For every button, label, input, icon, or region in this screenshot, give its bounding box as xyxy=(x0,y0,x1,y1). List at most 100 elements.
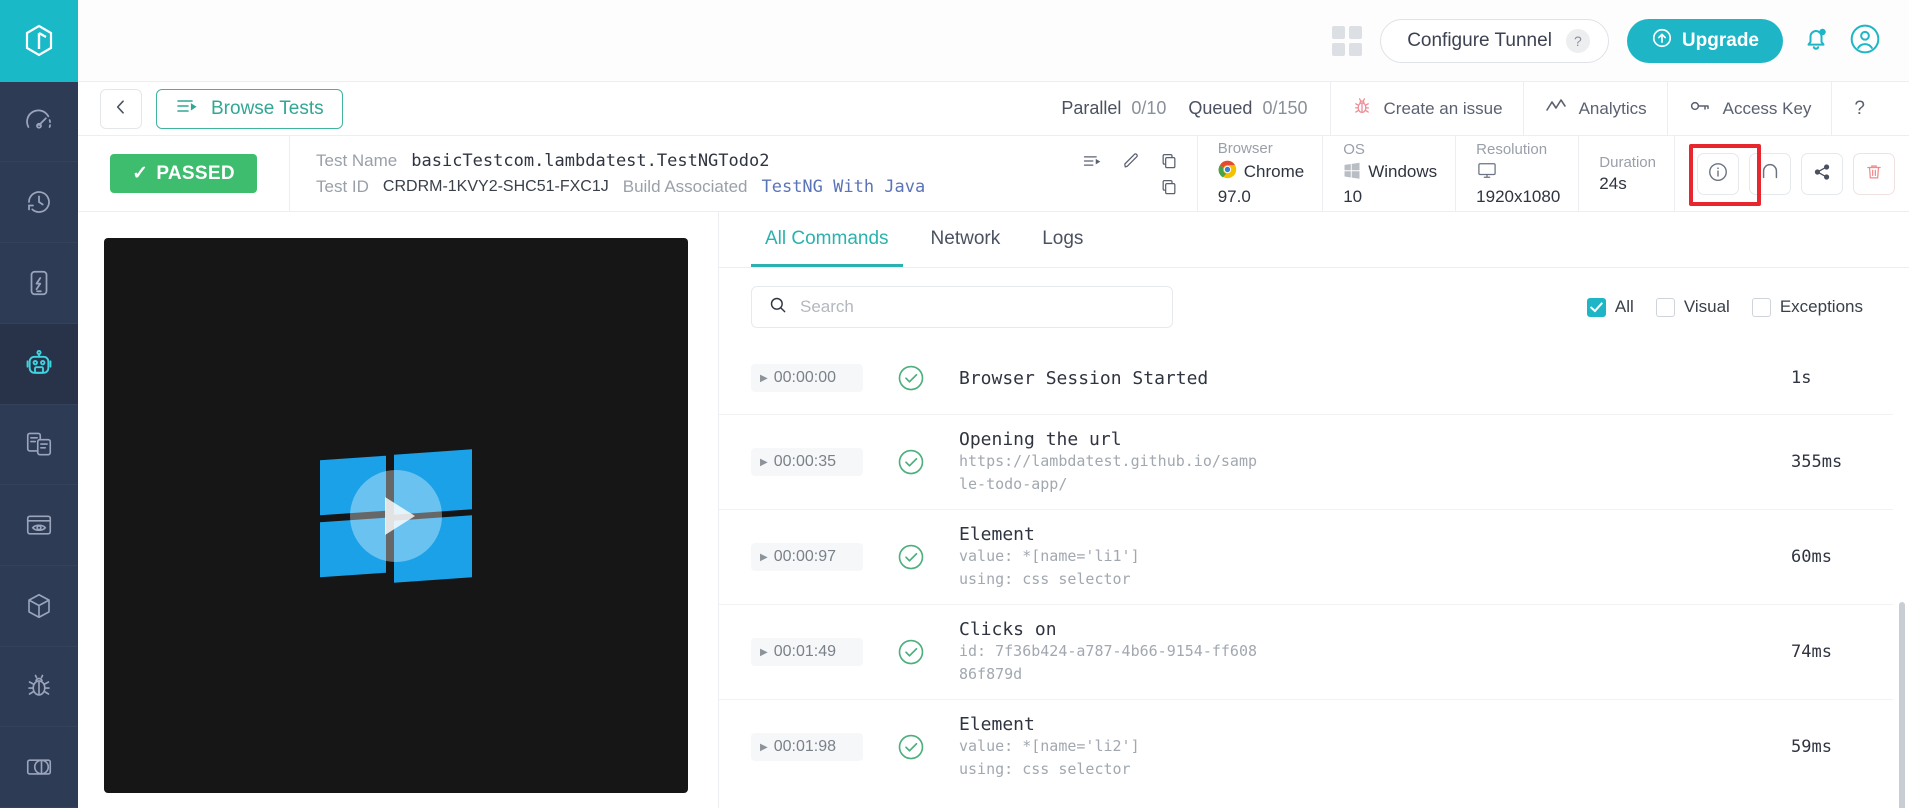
expand-caret-icon[interactable]: ▶ xyxy=(760,552,768,563)
meta-browser-label: Browser xyxy=(1218,140,1304,157)
expand-caret-icon[interactable]: ▶ xyxy=(760,373,768,384)
lambdatest-logo[interactable] xyxy=(0,0,78,82)
check-circle-icon xyxy=(896,363,926,393)
create-issue-button[interactable]: Create an issue xyxy=(1330,82,1523,136)
queued-label: Queued xyxy=(1188,98,1252,119)
meta-resolution-icon-row xyxy=(1476,161,1560,184)
configure-tunnel-button[interactable]: Configure Tunnel ? xyxy=(1380,19,1609,63)
create-issue-label: Create an issue xyxy=(1384,99,1503,119)
copy-test-id-icon[interactable] xyxy=(1159,177,1179,197)
play-icon[interactable] xyxy=(350,470,442,562)
filter-exceptions-label: Exceptions xyxy=(1780,297,1863,317)
copy-test-name-icon[interactable] xyxy=(1159,151,1179,171)
search-input[interactable] xyxy=(800,297,1156,317)
command-status xyxy=(863,363,959,393)
search-box[interactable] xyxy=(751,286,1173,328)
tab-network[interactable]: Network xyxy=(917,228,1015,267)
command-timestamp[interactable]: ▶ 00:00:00 xyxy=(751,364,863,392)
commands-list[interactable]: ▶ 00:00:00 Browser Session Started xyxy=(719,342,1909,808)
expand-caret-icon[interactable]: ▶ xyxy=(760,647,768,658)
main-region: Configure Tunnel ? Upgrade xyxy=(78,0,1909,808)
filter-all-checkbox[interactable] xyxy=(1587,298,1606,317)
table-row[interactable]: ▶ 00:01:98 Element value: *[name='li2'] xyxy=(719,699,1893,794)
edit-pencil-icon[interactable] xyxy=(1121,151,1141,171)
analytics-label: Analytics xyxy=(1579,99,1647,119)
meta-duration-label: Duration xyxy=(1599,154,1656,171)
queued-counter: Queued 0/150 xyxy=(1188,98,1307,119)
table-row[interactable]: ▶ 00:00:35 Opening the url https://lambd xyxy=(719,414,1893,509)
account-button[interactable] xyxy=(1849,23,1881,58)
sidebar-item-automation[interactable] xyxy=(0,324,78,405)
expand-caret-icon[interactable]: ▶ xyxy=(760,457,768,468)
test-arc-button[interactable] xyxy=(1749,153,1791,195)
sidebar-item-realtime[interactable] xyxy=(0,162,78,243)
sidebar-item-bug-tracking[interactable] xyxy=(0,647,78,728)
commands-tabs: All Commands Network Logs xyxy=(719,212,1909,268)
commands-scrollbar[interactable] xyxy=(1899,602,1905,808)
table-row[interactable]: ▶ 00:00:97 Element value: *[name='li1'] xyxy=(719,509,1893,604)
filter-visual-checkbox[interactable] xyxy=(1656,298,1675,317)
toolbar-help-button[interactable]: ? xyxy=(1831,82,1887,136)
filter-all[interactable]: All xyxy=(1587,297,1634,317)
command-detail: id: 7f36b424-a787-4b66-9154-ff60886f879d xyxy=(959,640,1259,685)
filter-visual-label: Visual xyxy=(1684,297,1730,317)
sidebar-item-smart-ui[interactable] xyxy=(0,727,78,808)
sidebar-item-dashboard[interactable] xyxy=(0,82,78,163)
browse-tests-button[interactable]: Browse Tests xyxy=(156,89,343,129)
tab-all-commands[interactable]: All Commands xyxy=(751,228,903,267)
arc-icon xyxy=(1759,161,1781,186)
notifications-button[interactable] xyxy=(1801,24,1831,57)
command-detail: value: *[name='li2'] using: css selector xyxy=(959,735,1259,780)
filter-visual[interactable]: Visual xyxy=(1656,297,1730,317)
apps-grid-icon[interactable] xyxy=(1332,26,1362,56)
filter-exceptions-checkbox[interactable] xyxy=(1752,298,1771,317)
meta-os-version: 10 xyxy=(1343,187,1437,207)
command-time-value: 00:00:97 xyxy=(774,548,836,566)
test-identity-cell: Test Name basicTestcom.lambdatest.TestNG… xyxy=(290,136,1197,211)
sidebar-item-visual-testing[interactable] xyxy=(0,485,78,566)
command-detail: https://lambdatest.github.io/sample-todo… xyxy=(959,450,1259,495)
parallel-label: Parallel xyxy=(1061,98,1121,119)
command-timestamp[interactable]: ▶ 00:00:97 xyxy=(751,543,863,571)
share-button[interactable] xyxy=(1801,153,1843,195)
command-content: Browser Session Started 1s xyxy=(959,368,1893,389)
test-info-button[interactable] xyxy=(1697,153,1739,195)
configure-tunnel-help-icon[interactable]: ? xyxy=(1566,29,1590,53)
upgrade-button[interactable]: Upgrade xyxy=(1627,19,1783,63)
command-timestamp[interactable]: ▶ 00:01:49 xyxy=(751,638,863,666)
tab-logs[interactable]: Logs xyxy=(1028,228,1097,267)
delete-button[interactable] xyxy=(1853,153,1895,195)
test-video-player[interactable] xyxy=(104,238,688,793)
build-associated-link[interactable]: TestNG With Java xyxy=(761,177,925,197)
command-timestamp[interactable]: ▶ 00:00:35 xyxy=(751,448,863,476)
meta-browser: Browser Chrome 97.0 xyxy=(1197,136,1322,211)
bug-icon xyxy=(24,671,54,701)
check-circle-icon xyxy=(896,542,926,572)
access-key-button[interactable]: Access Key xyxy=(1667,82,1832,136)
table-row[interactable]: ▶ 00:01:49 Clicks on id: 7f36b424-a787-4 xyxy=(719,604,1893,699)
test-id-value: CRDRM-1KVY2-SHC51-FXC1J xyxy=(383,178,609,196)
queued-value: 0/150 xyxy=(1262,98,1307,119)
upgrade-arrow-icon xyxy=(1651,27,1673,55)
parallel-value: 0/10 xyxy=(1131,98,1166,119)
test-name-label: Test Name xyxy=(316,151,397,171)
test-steps-icon[interactable] xyxy=(1081,151,1103,171)
back-button[interactable] xyxy=(100,89,142,129)
command-timestamp[interactable]: ▶ 00:01:98 xyxy=(751,733,863,761)
command-text: Clicks on id: 7f36b424-a787-4b66-9154-ff… xyxy=(959,619,1773,685)
command-time-value: 00:01:49 xyxy=(774,643,836,661)
sidebar-item-app-automation[interactable] xyxy=(0,405,78,486)
browser-eye-icon xyxy=(24,510,54,540)
command-duration: 355ms xyxy=(1773,452,1893,472)
upgrade-label: Upgrade xyxy=(1682,30,1759,52)
app-root: Configure Tunnel ? Upgrade xyxy=(0,0,1909,808)
table-row[interactable]: ▶ 00:00:00 Browser Session Started xyxy=(719,342,1893,414)
sidebar-item-app-testing[interactable] xyxy=(0,243,78,324)
browse-tests-label: Browse Tests xyxy=(211,98,324,120)
analytics-button[interactable]: Analytics xyxy=(1523,82,1667,136)
expand-caret-icon[interactable]: ▶ xyxy=(760,742,768,753)
filter-exceptions[interactable]: Exceptions xyxy=(1752,297,1863,317)
command-status xyxy=(863,637,959,667)
sidebar-item-integrations[interactable] xyxy=(0,566,78,647)
command-detail: value: *[name='li1'] using: css selector xyxy=(959,545,1259,590)
